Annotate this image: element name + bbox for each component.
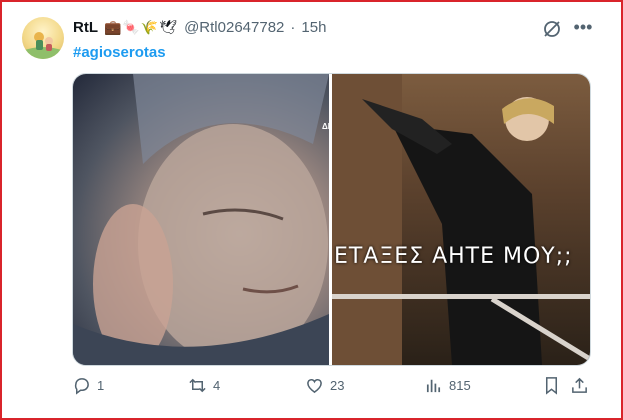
display-name[interactable]: RtL xyxy=(73,19,98,36)
heart-icon xyxy=(307,378,322,394)
views-icon xyxy=(426,379,441,393)
separator-dot: · xyxy=(290,19,296,36)
share-icon xyxy=(572,377,587,393)
more-icon[interactable]: ••• xyxy=(572,17,594,39)
retweet-button[interactable]: 4 xyxy=(188,376,220,395)
like-button[interactable]: 23 xyxy=(305,376,344,395)
media-grid[interactable]: Α Ν ΔΕΥΤΕΡ ΕΤΑΞΕΣ ΑΗΤΕ ΜΟΥ;; xyxy=(72,73,591,366)
tweet-header: RtL 💼🍬🌾🕊 @Rtl02647782 · 15h xyxy=(73,19,326,36)
media-image-left[interactable]: Α Ν ΔΕΥΤΕΡ xyxy=(73,74,354,365)
bookmark-icon xyxy=(545,377,558,395)
media-image-right[interactable] xyxy=(332,74,590,365)
like-count: 23 xyxy=(330,378,345,393)
views-count: 815 xyxy=(449,378,471,393)
reply-icon xyxy=(74,378,89,395)
bookmark-button[interactable] xyxy=(542,376,561,395)
reply-button[interactable]: 1 xyxy=(72,376,104,395)
retweet-icon xyxy=(189,378,206,393)
tweet[interactable]: RtL 💼🍬🌾🕊 @Rtl02647782 · 15h #agioserotas… xyxy=(2,2,621,418)
retweet-count: 4 xyxy=(213,378,221,393)
action-bar: 1 4 23 815 xyxy=(72,376,592,400)
image-caption: ΕΤΑΞΕΣ ΑΗΤΕ ΜΟΥ;; xyxy=(334,244,573,269)
hashtag-link[interactable]: #agioserotas xyxy=(73,44,166,61)
user-handle[interactable]: @Rtl02647782 xyxy=(184,19,284,36)
grok-icon[interactable] xyxy=(542,19,562,39)
views-button[interactable]: 815 xyxy=(424,376,471,395)
name-emojis: 💼🍬🌾🕊 xyxy=(104,19,179,36)
timestamp[interactable]: 15h xyxy=(301,19,326,36)
share-button[interactable] xyxy=(570,376,589,395)
avatar[interactable] xyxy=(22,17,64,59)
reply-count: 1 xyxy=(97,378,105,393)
